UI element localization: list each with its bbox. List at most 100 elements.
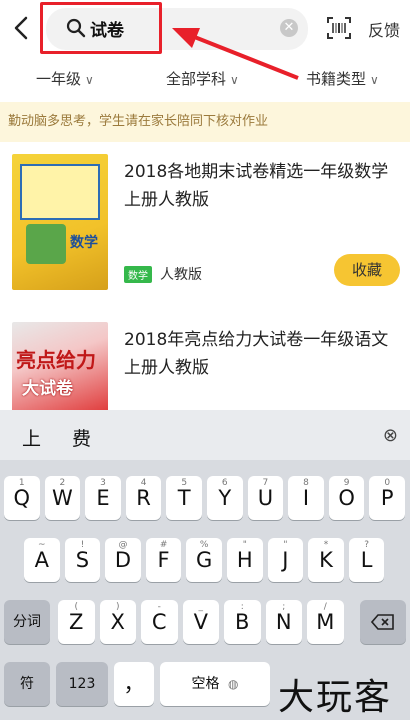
scan-icon[interactable] [326, 16, 352, 40]
key-t[interactable]: 5T [166, 476, 202, 520]
key-c[interactable]: -C [141, 600, 178, 644]
backspace-key[interactable] [360, 600, 406, 644]
comma-key[interactable]: ， [114, 662, 154, 706]
key-label: G [196, 548, 213, 572]
key-w[interactable]: 2W [44, 476, 81, 520]
key-label: B [235, 610, 250, 634]
key-j[interactable]: " J [267, 538, 304, 582]
key-a[interactable]: ~ A [24, 538, 60, 582]
key-label: U [257, 486, 274, 510]
key-i[interactable]: 8I [288, 476, 324, 520]
key-sub-label: ( [74, 602, 78, 612]
key-sub-label: ? [364, 540, 369, 550]
key-sub-label: 7 [262, 478, 269, 488]
key-v[interactable]: _ V [182, 600, 219, 644]
key-m[interactable]: / M [307, 600, 344, 644]
key-b[interactable]: :B [224, 600, 261, 644]
key-label: V [193, 610, 208, 634]
key-label: Y [218, 486, 232, 510]
key-l[interactable]: ? L [348, 538, 385, 582]
key-label: K [319, 548, 333, 572]
book-cover[interactable]: 亮点给力 大试卷 [12, 322, 108, 412]
key-label: S [75, 548, 90, 572]
key-label: F [157, 548, 170, 572]
key-e[interactable]: 3E [85, 476, 121, 520]
key-sub-label: ; [282, 602, 286, 612]
key-sub-label: 8 [303, 478, 309, 488]
key-q[interactable]: 1Q [4, 476, 40, 520]
key-label: R [136, 486, 151, 510]
key-sub-label: # [159, 540, 168, 550]
key-sub-label: * [323, 540, 329, 550]
key-label: O [338, 486, 355, 510]
key-label: N [275, 610, 292, 634]
microphone-icon: ◍ [227, 677, 239, 691]
watermark: 大玩客 [278, 677, 393, 718]
number-key[interactable]: 123 [56, 662, 108, 706]
key-sub-label: % [199, 540, 209, 550]
key-sub-label: 9 [343, 478, 350, 488]
fenci-key[interactable]: 分词 [4, 600, 50, 644]
filter-grade[interactable]: 一年级 ∨ [36, 68, 94, 89]
key-p[interactable]: 0P [369, 476, 405, 520]
search-highlight-box [40, 2, 162, 54]
key-sub-label: 4 [140, 478, 147, 488]
key-u[interactable]: 7U [247, 476, 284, 520]
key-o[interactable]: 9O [328, 476, 365, 520]
key-k[interactable]: * K [308, 538, 344, 582]
key-d[interactable]: @ D [105, 538, 141, 582]
key-sub-label: 3 [100, 478, 106, 488]
book-title[interactable]: 2018各地期末试卷精选一年级数学上册人教版 [124, 158, 400, 214]
feedback-button[interactable]: 反馈 [368, 17, 400, 41]
candidate-word[interactable]: 费 [72, 424, 91, 451]
filter-bar: 一年级 ∨ 全部学科 ∨ 书籍类型 ∨ [0, 58, 410, 100]
book-cover[interactable]: 数学 [12, 154, 108, 290]
symbol-key[interactable]: 符 [4, 662, 50, 706]
book-item[interactable]: 数学 2018各地期末试卷精选一年级数学上册人教版 数学 人教版 收藏 [0, 150, 410, 310]
key-sub-label: 1 [18, 478, 25, 488]
key-sub-label: - [157, 602, 161, 612]
key-z[interactable]: (Z [58, 600, 95, 644]
key-sub-label: : [240, 602, 244, 612]
key-g[interactable]: % G [186, 538, 222, 582]
key-sub-label: ) [115, 602, 120, 612]
subject-tag: 数学 [124, 265, 152, 283]
candidate-bar: 上 费 ⊗ [0, 410, 410, 460]
filter-subject[interactable]: 全部学科 ∨ [166, 68, 239, 89]
cover-emblem [26, 224, 66, 264]
settings-icon[interactable]: ⊗ [383, 425, 398, 446]
key-r[interactable]: 4R [125, 476, 162, 520]
key-sub-label: ! [80, 540, 85, 550]
candidate-word[interactable]: 上 [22, 424, 41, 451]
key-y[interactable]: 6Y [207, 476, 243, 520]
key-label: D [114, 548, 132, 572]
filter-book-type[interactable]: 书籍类型 ∨ [306, 68, 379, 89]
key-sub-label: @ [118, 540, 128, 550]
key-label: Z [69, 610, 84, 634]
publisher: 人教版 [160, 267, 202, 283]
key-sub-label: " [283, 540, 288, 550]
key-sub-label: " [242, 540, 247, 550]
book-title[interactable]: 2018年亮点给力大试卷一年级语文上册人教版 [124, 326, 400, 382]
chevron-down-icon: ∨ [370, 73, 379, 87]
key-sub-label: / [323, 602, 327, 612]
key-h[interactable]: " H [227, 538, 263, 582]
collect-button[interactable]: 收藏 [334, 254, 400, 286]
key-label: Q [13, 486, 31, 510]
back-icon[interactable] [10, 14, 34, 42]
key-f[interactable]: # F [145, 538, 182, 582]
key-label: I [302, 486, 310, 510]
key-sub-label: _ [198, 602, 204, 612]
key-n[interactable]: ; N [265, 600, 302, 644]
key-s[interactable]: ! S [64, 538, 101, 582]
key-label: A [34, 548, 49, 572]
key-sub-label: 6 [221, 478, 228, 488]
key-label: T [177, 486, 191, 510]
key-label: L [360, 548, 373, 572]
space-key[interactable]: 空格 ◍ [160, 662, 270, 706]
key-label: X [110, 610, 125, 634]
key-label: M [316, 610, 335, 634]
cover-panel [20, 164, 100, 220]
key-x[interactable]: ) X [99, 600, 136, 644]
notice-banner: 勤动脑多思考，学生请在家长陪同下核对作业 [0, 102, 410, 142]
